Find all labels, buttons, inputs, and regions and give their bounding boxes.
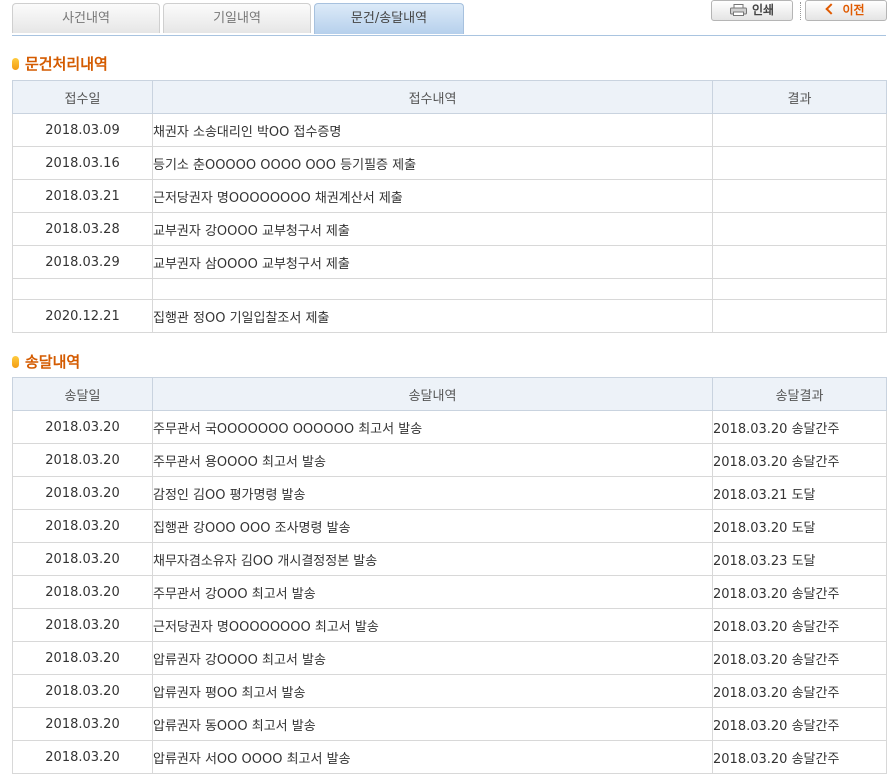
received-date: 2018.03.09	[12, 113, 153, 147]
bullet-icon	[12, 58, 19, 70]
delivery-detail: 압류권자 강OOOO 최고서 발송	[152, 641, 713, 675]
received-date: 2020.12.21	[12, 299, 153, 333]
table-header-row: 접수일 접수내역 결과	[12, 80, 887, 114]
delivery-result: 2018.03.20 송달간주	[712, 608, 887, 642]
clipped-cell	[712, 278, 887, 300]
delivery-date: 2018.03.20	[12, 707, 153, 741]
tab-documents-deliveries[interactable]: 문건/송달내역	[314, 3, 464, 34]
table-row: 2018.03.20 감정인 김OO 평가명령 발송 2018.03.21 도달	[12, 476, 887, 510]
table-row: 2018.03.20 압류권자 평OO 최고서 발송 2018.03.20 송달…	[12, 674, 887, 708]
deliveries-title-text: 송달내역	[25, 353, 81, 371]
delivery-date: 2018.03.20	[12, 509, 153, 543]
result-cell	[712, 212, 887, 246]
documents-section-title: 문건처리내역	[12, 54, 108, 74]
column-header: 송달결과	[712, 377, 887, 411]
table-row: 2018.03.20 주무관서 용OOOO 최고서 발송 2018.03.20 …	[12, 443, 887, 477]
received-date: 2018.03.16	[12, 146, 153, 180]
tab-hearing-dates[interactable]: 기일내역	[163, 3, 311, 33]
bullet-icon	[12, 356, 19, 368]
delivery-detail: 채무자겸소유자 김OO 개시결정정본 발송	[152, 542, 713, 576]
previous-label: 이전	[842, 3, 865, 17]
received-detail: 집행관 정OO 기일입찰조서 제출	[152, 299, 713, 333]
table-row-clipped	[12, 278, 887, 300]
column-header: 송달내역	[152, 377, 713, 411]
result-cell	[712, 146, 887, 180]
column-header: 접수내역	[152, 80, 713, 114]
result-cell	[712, 113, 887, 147]
delivery-date: 2018.03.20	[12, 542, 153, 576]
delivery-result: 2018.03.20 송달간주	[712, 443, 887, 477]
table-row: 2018.03.09 채권자 소송대리인 박OO 접수증명	[12, 113, 887, 147]
delivery-result: 2018.03.20 송달간주	[712, 641, 887, 675]
chevron-left-icon	[825, 3, 838, 15]
received-detail: 근저당권자 명OOOOOOOO 채권계산서 제출	[152, 179, 713, 213]
table-row: 2018.03.29 교부권자 삼OOOO 교부청구서 제출	[12, 245, 887, 279]
delivery-result: 2018.03.20 송달간주	[712, 410, 887, 444]
received-detail: 등기소 춘OOOOO OOOO OOO 등기필증 제출	[152, 146, 713, 180]
result-cell	[712, 179, 887, 213]
delivery-detail: 주무관서 용OOOO 최고서 발송	[152, 443, 713, 477]
column-header: 송달일	[12, 377, 153, 411]
result-cell	[712, 299, 887, 333]
received-date: 2018.03.29	[12, 245, 153, 279]
delivery-result: 2018.03.20 송달간주	[712, 575, 887, 609]
documents-title-text: 문건처리내역	[25, 55, 108, 73]
delivery-detail: 압류권자 동OOO 최고서 발송	[152, 707, 713, 741]
delivery-date: 2018.03.20	[12, 674, 153, 708]
table-row: 2018.03.20 채무자겸소유자 김OO 개시결정정본 발송 2018.03…	[12, 542, 887, 576]
table-row: 2018.03.20 근저당권자 명OOOOOOOO 최고서 발송 2018.0…	[12, 608, 887, 642]
table-row: 2018.03.28 교부권자 강OOOO 교부청구서 제출	[12, 212, 887, 246]
clipped-cell	[12, 278, 153, 300]
table-row: 2018.03.20 압류권자 동OOO 최고서 발송 2018.03.20 송…	[12, 707, 887, 741]
delivery-date: 2018.03.20	[12, 608, 153, 642]
received-detail: 채권자 소송대리인 박OO 접수증명	[152, 113, 713, 147]
table-row: 2018.03.21 근저당권자 명OOOOOOOO 채권계산서 제출	[12, 179, 887, 213]
table-header-row: 송달일 송달내역 송달결과	[12, 377, 887, 411]
delivery-detail: 감정인 김OO 평가명령 발송	[152, 476, 713, 510]
previous-button[interactable]: 이전	[805, 0, 887, 21]
delivery-result: 2018.03.21 도달	[712, 476, 887, 510]
delivery-result: 2018.03.20 송달간주	[712, 707, 887, 741]
delivery-result: 2018.03.23 도달	[712, 542, 887, 576]
table-row: 2020.12.21 집행관 정OO 기일입찰조서 제출	[12, 299, 887, 333]
received-date: 2018.03.28	[12, 212, 153, 246]
delivery-date: 2018.03.20	[12, 641, 153, 675]
received-detail: 교부권자 강OOOO 교부청구서 제출	[152, 212, 713, 246]
delivery-detail: 압류권자 서OO OOOO 최고서 발송	[152, 740, 713, 774]
print-button[interactable]: 인쇄	[711, 0, 793, 21]
delivery-result: 2018.03.20 송달간주	[712, 740, 887, 774]
delivery-date: 2018.03.20	[12, 476, 153, 510]
delivery-date: 2018.03.20	[12, 575, 153, 609]
delivery-detail: 주무관서 국OOOOOOO OOOOOO 최고서 발송	[152, 410, 713, 444]
table-row: 2018.03.20 압류권자 서OO OOOO 최고서 발송 2018.03.…	[12, 740, 887, 774]
toolbar-divider	[800, 2, 801, 20]
delivery-date: 2018.03.20	[12, 410, 153, 444]
delivery-date: 2018.03.20	[12, 740, 153, 774]
printer-icon	[729, 4, 747, 16]
delivery-detail: 근저당권자 명OOOOOOOO 최고서 발송	[152, 608, 713, 642]
delivery-result: 2018.03.20 송달간주	[712, 674, 887, 708]
delivery-detail: 압류권자 평OO 최고서 발송	[152, 674, 713, 708]
deliveries-table: 송달일 송달내역 송달결과 2018.03.20 주무관서 국OOOOOOO O…	[12, 377, 887, 774]
delivery-date: 2018.03.20	[12, 443, 153, 477]
received-detail: 교부권자 삼OOOO 교부청구서 제출	[152, 245, 713, 279]
delivery-detail: 집행관 강OOO OOO 조사명령 발송	[152, 509, 713, 543]
column-header: 결과	[712, 80, 887, 114]
documents-table: 접수일 접수내역 결과 2018.03.09 채권자 소송대리인 박OO 접수증…	[12, 80, 887, 333]
tab-case-history[interactable]: 사건내역	[12, 3, 160, 33]
delivery-result: 2018.03.20 도달	[712, 509, 887, 543]
delivery-detail: 주무관서 강OOO 최고서 발송	[152, 575, 713, 609]
table-row: 2018.03.20 압류권자 강OOOO 최고서 발송 2018.03.20 …	[12, 641, 887, 675]
table-row: 2018.03.20 집행관 강OOO OOO 조사명령 발송 2018.03.…	[12, 509, 887, 543]
received-date: 2018.03.21	[12, 179, 153, 213]
table-row: 2018.03.20 주무관서 국OOOOOOO OOOOOO 최고서 발송 2…	[12, 410, 887, 444]
table-row: 2018.03.16 등기소 춘OOOOO OOOO OOO 등기필증 제출	[12, 146, 887, 180]
deliveries-section-title: 송달내역	[12, 352, 80, 372]
table-row: 2018.03.20 주무관서 강OOO 최고서 발송 2018.03.20 송…	[12, 575, 887, 609]
clipped-cell	[152, 278, 713, 300]
result-cell	[712, 245, 887, 279]
column-header: 접수일	[12, 80, 153, 114]
print-label: 인쇄	[751, 3, 775, 17]
